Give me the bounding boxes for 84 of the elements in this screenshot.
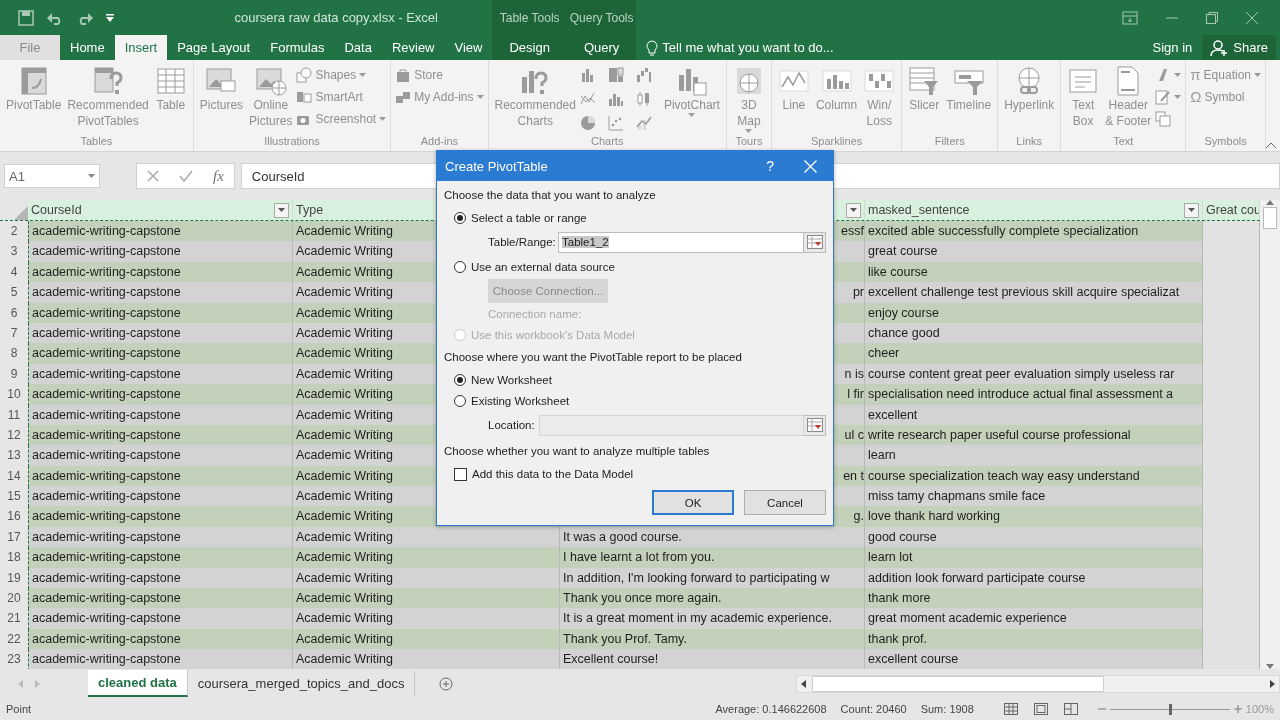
table-cell: miss tamy chapmans smile face xyxy=(865,486,1203,508)
table-cell: In addition, I'm looking forward to participating w xyxy=(560,567,865,590)
column-header: Type xyxy=(296,203,324,217)
table-cell: academic-writing-capstone xyxy=(28,628,293,651)
table-cell: academic-writing-capstone xyxy=(28,588,293,610)
group-label: Tables xyxy=(79,135,114,149)
table-cell: cheer xyxy=(865,343,1203,365)
table-cell: academic-writing-capstone xyxy=(28,282,293,304)
table-cell: academic-writing-capstone xyxy=(28,526,293,549)
group-label: Links xyxy=(1015,135,1044,149)
table-cell: academic-writing-capstone xyxy=(28,486,293,508)
table-cell: like course xyxy=(865,261,1203,284)
table-cell: academic-writing-capstone xyxy=(28,424,293,447)
table-cell: chance good xyxy=(865,322,1203,345)
symbol-icon: π xyxy=(1190,66,1201,83)
status-stat: Average: 0.146622608 xyxy=(715,703,827,715)
table-cell: academic-writing-capstone xyxy=(28,567,293,590)
table-cell: Thank you once more again. xyxy=(560,588,865,610)
table-cell: learn xyxy=(865,445,1203,467)
group-label: Sparklines xyxy=(809,135,864,149)
group-label: Symbols xyxy=(1203,135,1248,149)
table-cell: It was a good course. xyxy=(560,526,865,549)
table-cell: excellent xyxy=(865,404,1203,426)
selected-text: Table1_2 xyxy=(562,236,609,248)
table-cell: academic-writing-capstone xyxy=(28,608,293,630)
table-cell: academic-writing-capstone xyxy=(28,547,293,569)
table-cell: academic-writing-capstone xyxy=(28,322,293,345)
table-cell: specialisation need introduce actual final assessment a xyxy=(865,384,1203,406)
table-cell: Academic Writing xyxy=(293,608,560,630)
table-cell: thank more xyxy=(865,588,1203,610)
symbol-icon: Ω xyxy=(1190,88,1202,105)
table-cell: Academic Writing xyxy=(293,649,560,671)
table-cell: academic-writing-capstone xyxy=(28,384,293,406)
table-cell: course content great peer evaluation simply useless rar xyxy=(865,363,1203,386)
table-cell: Academic Writing xyxy=(293,526,560,549)
table-cell: academic-writing-capstone xyxy=(28,404,293,426)
group-label: Charts xyxy=(590,135,625,149)
table-cell: Excellent course! xyxy=(560,649,865,671)
table-cell: Thank you Prof. Tamy. xyxy=(560,628,865,651)
context-tab-header: Table Tools xyxy=(492,0,567,35)
table-cell: I have learnt a lot from you. xyxy=(560,547,865,569)
table-cell: Academic Writing xyxy=(293,588,560,610)
table-cell: academic-writing-capstone xyxy=(28,261,293,284)
column-header: masked_sentence xyxy=(868,203,970,217)
table-cell: academic-writing-capstone xyxy=(28,445,293,467)
table-cell: excited able successfully complete specialization xyxy=(865,221,1203,243)
table-cell: academic-writing-capstone xyxy=(28,241,293,263)
status-stat: Count: 20460 xyxy=(840,703,907,715)
group-label: Tours xyxy=(734,135,764,149)
table-cell: It is a great moment in my academic experience. xyxy=(560,608,865,630)
section-heading: Choose the data that you want to analyze xyxy=(444,189,656,203)
table-cell: write research paper useful course professional xyxy=(865,424,1203,447)
table-cell: enjoy course xyxy=(865,302,1203,324)
table-cell: Academic Writing xyxy=(293,628,560,651)
table-cell: addition look forward participate course xyxy=(865,567,1203,590)
table-cell: Academic Writing xyxy=(293,547,560,569)
table-cell: excellent course xyxy=(865,649,1203,671)
status-stat: Sum: 1908 xyxy=(920,703,974,715)
dialog-title: Create PivotTable xyxy=(445,158,548,174)
table-cell: great moment academic experience xyxy=(865,608,1203,630)
table-cell: learn lot xyxy=(865,547,1203,569)
table-cell: academic-writing-capstone xyxy=(28,506,293,528)
table-cell: academic-writing-capstone xyxy=(28,343,293,365)
window-title: coursera raw data copy.xlsx - Excel xyxy=(234,10,438,25)
group-label: Illustrations xyxy=(263,135,321,149)
group-label: Add-ins xyxy=(419,135,459,149)
table-cell: academic-writing-capstone xyxy=(28,363,293,386)
table-cell: great course xyxy=(865,241,1203,263)
table-cell: academic-writing-capstone xyxy=(28,302,293,324)
status-mode: Point xyxy=(6,703,32,715)
table-cell: excellent challenge test previous skill acquire specializat xyxy=(865,282,1203,304)
column-header: CourseId xyxy=(31,203,82,217)
context-tab-header: Query Tools xyxy=(566,0,637,35)
table-cell: academic-writing-capstone xyxy=(28,221,293,243)
table-cell: academic-writing-capstone xyxy=(28,465,293,488)
table-cell: course specialization teach way easy understand xyxy=(865,465,1203,488)
group-label: Filters xyxy=(933,135,966,149)
group-label: Text xyxy=(1112,135,1135,149)
table-cell: Academic Writing xyxy=(293,567,560,590)
table-cell: good course xyxy=(865,526,1203,549)
connection-button: Choose Connection... xyxy=(488,279,608,303)
table-cell: thank prof. xyxy=(865,628,1203,651)
table-cell: love thank hard working xyxy=(865,506,1203,528)
table-cell: academic-writing-capstone xyxy=(28,649,293,671)
